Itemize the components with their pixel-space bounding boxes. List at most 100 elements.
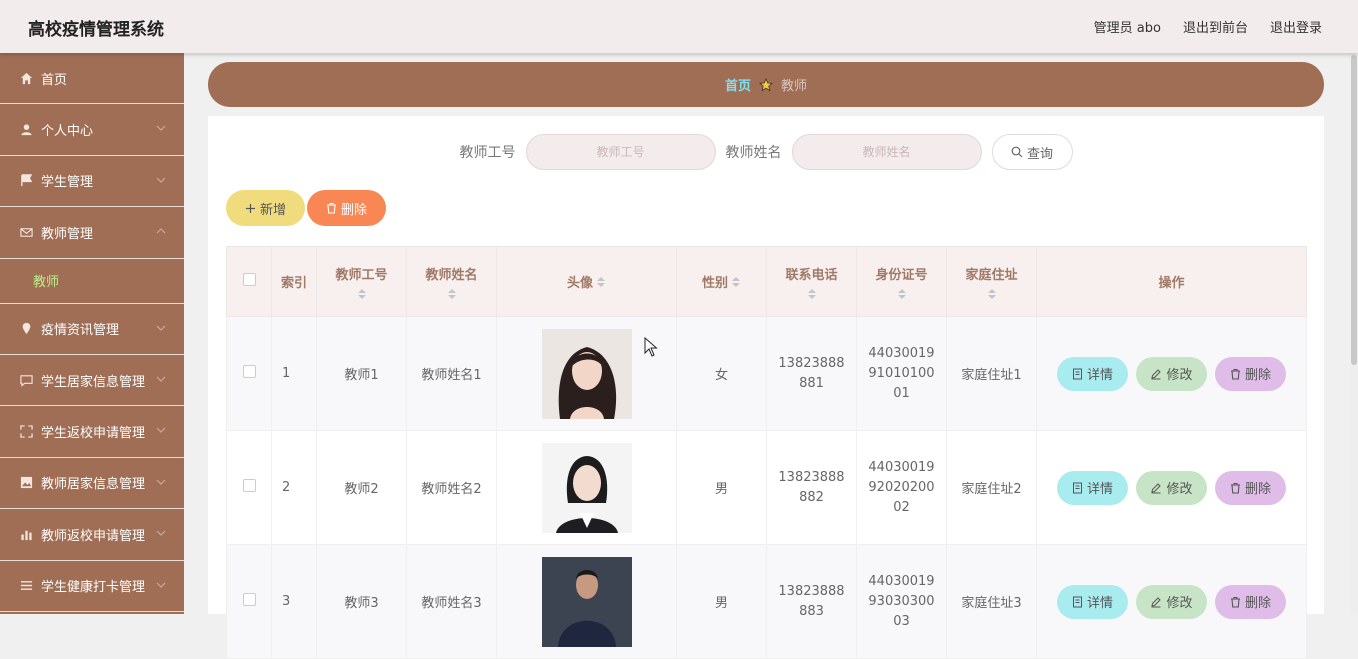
breadcrumb-home[interactable]: 首页 (725, 75, 751, 94)
edit-button[interactable]: 修改 (1136, 356, 1207, 391)
sidebar-item-home[interactable]: 首页 (0, 53, 184, 105)
edit-button[interactable]: 修改 (1136, 470, 1207, 505)
page-scrollbar[interactable] (1350, 53, 1358, 614)
detail-button[interactable]: 详情 (1057, 584, 1128, 619)
sidebar-item-students[interactable]: 学生管理 (0, 156, 184, 208)
header-gender[interactable]: 性别 (676, 246, 767, 317)
header-teacher-name[interactable]: 教师姓名 (406, 246, 497, 317)
sort-icon[interactable] (596, 276, 606, 288)
avatar[interactable] (541, 328, 632, 419)
sidebar-item-label: 学生居家信息管理 (41, 374, 146, 390)
sidebar-subitem-teacher[interactable]: 教师 (0, 259, 184, 304)
row-teacher-no: 教师3 (316, 544, 407, 659)
detail-button[interactable]: 详情 (1057, 356, 1128, 391)
header-phone[interactable]: 联系电话 (766, 246, 857, 317)
action-bar: 新增 删除 (226, 190, 386, 226)
edit-button[interactable]: 修改 (1136, 584, 1207, 619)
header-avatar[interactable]: 头像 (496, 246, 677, 317)
delete-button[interactable]: 删除 (1215, 356, 1286, 391)
sidebar-item-health-checkin[interactable]: 学生健康打卡管理 (0, 561, 184, 612)
row-phone: 13823888881 (766, 316, 857, 431)
sidebar-item-label: 学生管理 (41, 175, 94, 191)
admin-user-label[interactable]: 管理员 abo (1094, 17, 1161, 36)
query-button[interactable]: 查询 (991, 134, 1073, 170)
teacher-name-input[interactable] (791, 134, 982, 170)
row-index: 2 (271, 430, 317, 545)
row-checkbox[interactable] (242, 479, 256, 492)
picture-icon (19, 476, 33, 490)
sidebar-item-teacher-return[interactable]: 教师返校申请管理 (0, 509, 184, 561)
sort-icon[interactable] (897, 288, 907, 300)
chat-icon (19, 373, 33, 387)
breadcrumb-current: 教师 (781, 79, 808, 94)
detail-button-label: 详情 (1086, 596, 1113, 611)
avatar[interactable] (541, 556, 632, 647)
home-icon (19, 71, 33, 85)
logout-link[interactable]: 退出登录 (1270, 17, 1322, 36)
row-gender: 女 (676, 316, 767, 431)
scrollbar-thumb[interactable] (1351, 55, 1357, 365)
header-teacher-no-label: 教师工号 (335, 267, 388, 283)
header-phone-label: 联系电话 (785, 267, 838, 283)
row-checkbox[interactable] (242, 365, 256, 378)
batch-delete-button[interactable]: 删除 (307, 190, 386, 226)
row-address: 家庭住址2 (946, 430, 1037, 545)
sidebar-item-label: 首页 (41, 72, 68, 88)
sort-icon[interactable] (807, 288, 817, 300)
header-id-card[interactable]: 身份证号 (856, 246, 947, 317)
chevron-down-icon (156, 177, 166, 183)
chevron-up-icon (156, 228, 166, 234)
sort-icon[interactable] (357, 288, 367, 300)
row-avatar-cell (496, 316, 677, 431)
edit-button-label: 修改 (1166, 368, 1193, 383)
sidebar-item-label: 学生返校申请管理 (41, 426, 146, 442)
delete-button[interactable]: 删除 (1215, 584, 1286, 619)
sidebar-item-student-home[interactable]: 学生居家信息管理 (0, 355, 184, 407)
row-gender: 男 (676, 544, 767, 659)
sidebar-item-teachers[interactable]: 教师管理 (0, 207, 184, 259)
sort-icon[interactable] (987, 288, 997, 300)
chevron-down-icon (156, 376, 166, 382)
table-header-row: 索引 教师工号 教师姓名 头像 性别 联系电话 身份证号 家庭住址 操作 (226, 246, 1307, 317)
flag-icon (19, 174, 33, 188)
sort-icon[interactable] (447, 288, 457, 300)
to-front-link[interactable]: 退出到前台 (1183, 17, 1248, 36)
sort-icon[interactable] (731, 276, 741, 288)
header-ops: 操作 (1036, 246, 1307, 317)
pencil-icon (1151, 596, 1162, 607)
sidebar-item-teacher-home[interactable]: 教师居家信息管理 (0, 458, 184, 510)
main-panel: 教师工号 教师姓名 查询 新增 删除 索引 教师工号 (208, 116, 1324, 659)
sidebar-item-student-return[interactable]: 学生返校申请管理 (0, 406, 184, 458)
teacher-table: 索引 教师工号 教师姓名 头像 性别 联系电话 身份证号 家庭住址 操作 1 教… (226, 246, 1307, 659)
row-address: 家庭住址1 (946, 316, 1037, 431)
row-teacher-name: 教师姓名1 (406, 316, 497, 431)
header-teacher-no[interactable]: 教师工号 (316, 246, 407, 317)
header-address[interactable]: 家庭住址 (946, 246, 1037, 317)
row-ops: 详情 修改 删除 (1036, 544, 1307, 659)
trash-icon (1230, 596, 1240, 608)
add-button[interactable]: 新增 (226, 190, 305, 226)
sidebar-item-label: 疫情资讯管理 (41, 323, 120, 339)
detail-button-label: 详情 (1086, 368, 1113, 383)
row-ops: 详情 修改 删除 (1036, 316, 1307, 431)
edit-button-label: 修改 (1166, 596, 1193, 611)
avatar[interactable] (541, 442, 632, 533)
select-all-checkbox[interactable] (242, 273, 256, 286)
search-bar: 教师工号 教师姓名 查询 (208, 134, 1324, 170)
menu-icon (19, 579, 33, 593)
row-checkbox[interactable] (242, 593, 256, 606)
detail-button-label: 详情 (1086, 482, 1113, 497)
sidebar-item-profile[interactable]: 个人中心 (0, 104, 184, 156)
row-id-card: 440300199101010001 (856, 316, 947, 431)
row-ops: 详情 修改 删除 (1036, 430, 1307, 545)
chevron-down-icon (156, 325, 166, 331)
sidebar-item-news[interactable]: 疫情资讯管理 (0, 304, 184, 355)
fullscreen-icon (19, 425, 33, 439)
teacher-no-label: 教师工号 (459, 145, 516, 161)
header-address-label: 家庭住址 (965, 267, 1018, 283)
delete-button[interactable]: 删除 (1215, 470, 1286, 505)
detail-button[interactable]: 详情 (1057, 470, 1128, 505)
row-phone-text: 13823888882 (778, 469, 845, 505)
table-row: 1 教师1 教师姓名1 女 13823888881 44030019910101… (226, 316, 1307, 431)
teacher-no-input[interactable] (525, 134, 716, 170)
